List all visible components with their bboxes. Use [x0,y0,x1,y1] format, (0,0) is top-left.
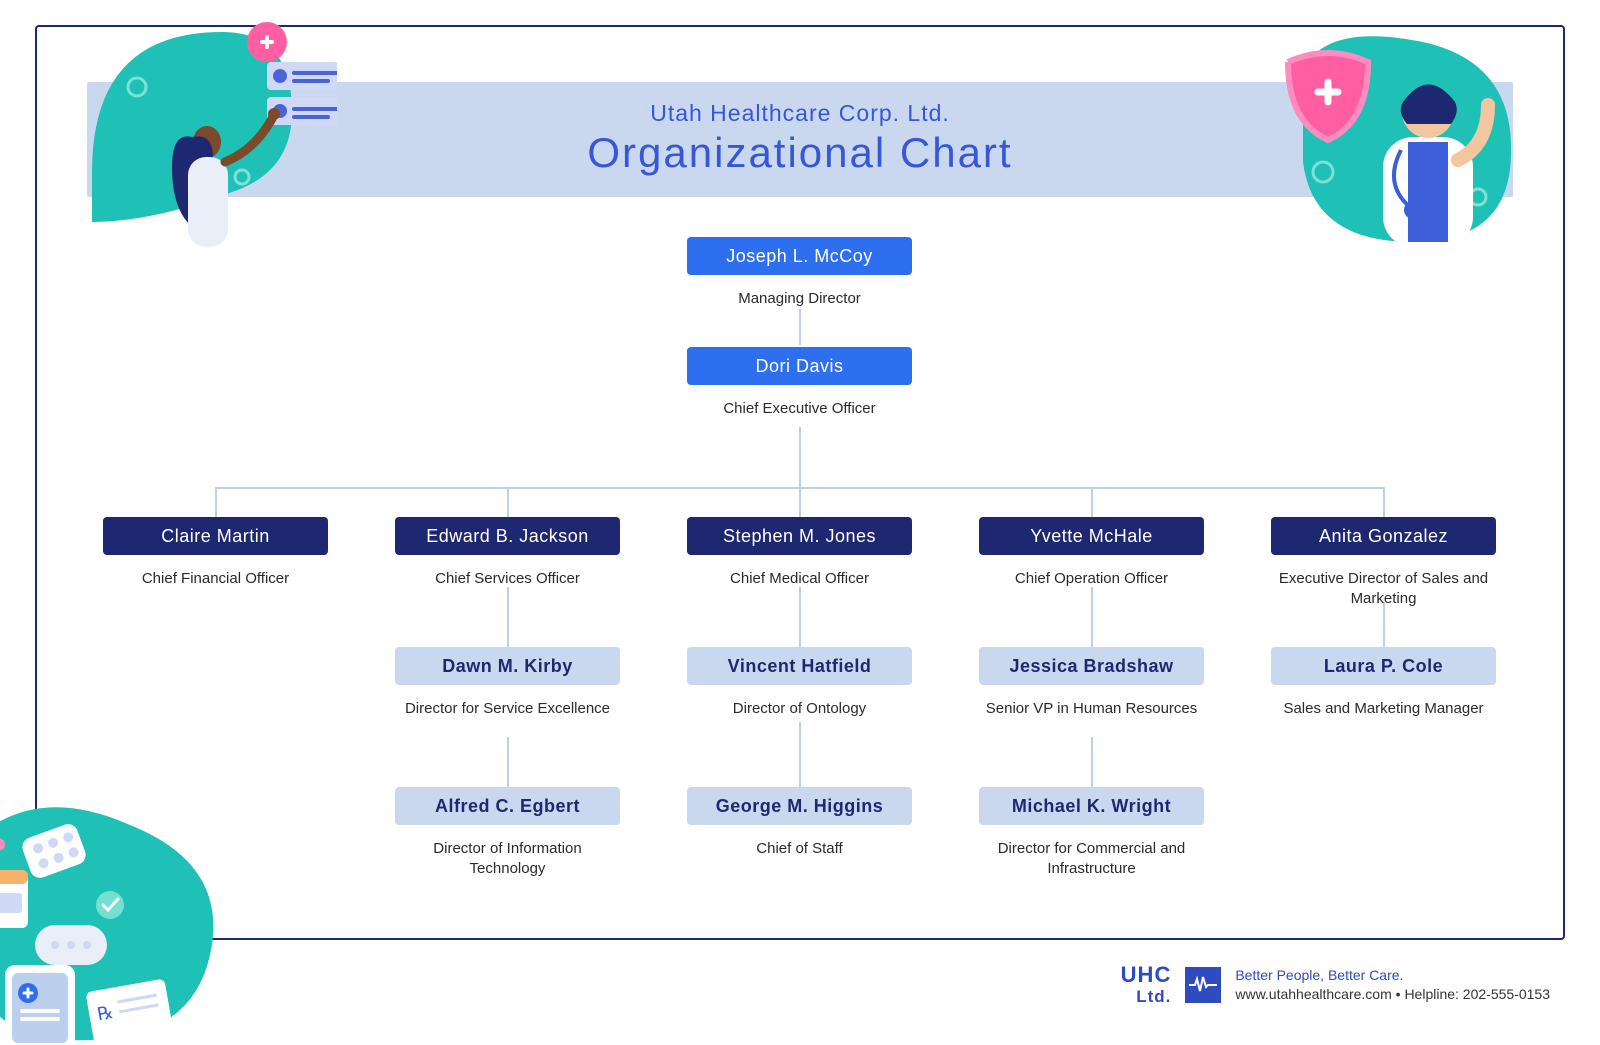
connector [799,427,801,487]
connector [799,309,801,345]
name-label: Vincent Hatfield [687,647,912,685]
node-svp-hr: Jessica Bradshaw Senior VP in Human Reso… [979,647,1204,719]
node-ceo: Dori Davis Chief Executive Officer [687,347,912,419]
footer-logo-line1: UHC [1121,965,1172,985]
name-label: Anita Gonzalez [1271,517,1496,555]
footer-contact: www.utahhealthcare.com • Helpline: 202-5… [1235,985,1550,1005]
illustration-nurse [92,22,337,257]
role-label: Senior VP in Human Resources [979,699,1204,719]
connector [507,487,509,517]
name-label: Yvette McHale [979,517,1204,555]
illustration-medical-items: ℞ [0,775,260,1045]
name-label: Laura P. Cole [1271,647,1496,685]
role-label: Director of Information Technology [395,839,620,878]
role-label: Director of Ontology [687,699,912,719]
name-label: Claire Martin [103,517,328,555]
name-label: Dawn M. Kirby [395,647,620,685]
node-sales-mgr: Laura P. Cole Sales and Marketing Manage… [1271,647,1496,719]
connector [1091,487,1093,517]
role-label: Director for Service Excellence [395,699,620,719]
node-dir-service-excellence: Dawn M. Kirby Director for Service Excel… [395,647,620,719]
node-exec-sales: Anita Gonzalez Executive Director of Sal… [1271,517,1496,608]
connector [1091,737,1093,787]
connector [799,587,801,647]
role-label: Director for Commercial and Infrastructu… [979,839,1204,878]
chart-frame: Utah Healthcare Corp. Ltd. Organizationa… [35,25,1565,940]
connector [507,587,509,647]
footer: UHC Ltd. Better People, Better Care. www… [1121,965,1550,1005]
name-label: Alfred C. Egbert [395,787,620,825]
footer-logo-line2: Ltd. [1136,987,1171,1006]
node-cso: Edward B. Jackson Chief Services Officer [395,517,620,589]
role-label: Sales and Marketing Manager [1271,699,1496,719]
connector [799,722,801,787]
footer-text: Better People, Better Care. www.utahheal… [1235,966,1550,1005]
connector [215,487,217,517]
node-cfo: Claire Martin Chief Financial Officer [103,517,328,589]
ekg-icon [1185,967,1221,1003]
name-label: Dori Davis [687,347,912,385]
node-coo: Yvette McHale Chief Operation Officer [979,517,1204,589]
role-label: Chief Executive Officer [687,399,912,419]
name-label: George M. Higgins [687,787,912,825]
role-label: Chief Medical Officer [687,569,912,589]
footer-logo-text: UHC Ltd. [1121,965,1172,1005]
role-label: Chief Financial Officer [103,569,328,589]
connector [1383,602,1385,647]
connector [799,487,801,517]
footer-tagline: Better People, Better Care. [1235,966,1550,986]
connector [1383,487,1385,517]
svg-text:℞: ℞ [96,1002,115,1024]
name-label: Joseph L. McCoy [687,237,912,275]
role-label: Chief Operation Officer [979,569,1204,589]
node-chief-of-staff: George M. Higgins Chief of Staff [687,787,912,859]
node-dir-it: Alfred C. Egbert Director of Information… [395,787,620,878]
name-label: Michael K. Wright [979,787,1204,825]
node-cmo: Stephen M. Jones Chief Medical Officer [687,517,912,589]
role-label: Executive Director of Sales and Marketin… [1271,569,1496,608]
node-dir-ontology: Vincent Hatfield Director of Ontology [687,647,912,719]
name-label: Stephen M. Jones [687,517,912,555]
illustration-doctor [1263,32,1513,252]
connector [1091,587,1093,647]
role-label: Chief Services Officer [395,569,620,589]
name-label: Jessica Bradshaw [979,647,1204,685]
node-dir-commercial: Michael K. Wright Director for Commercia… [979,787,1204,878]
role-label: Chief of Staff [687,839,912,859]
role-label: Managing Director [687,289,912,309]
name-label: Edward B. Jackson [395,517,620,555]
node-managing-director: Joseph L. McCoy Managing Director [687,237,912,309]
connector [507,737,509,787]
